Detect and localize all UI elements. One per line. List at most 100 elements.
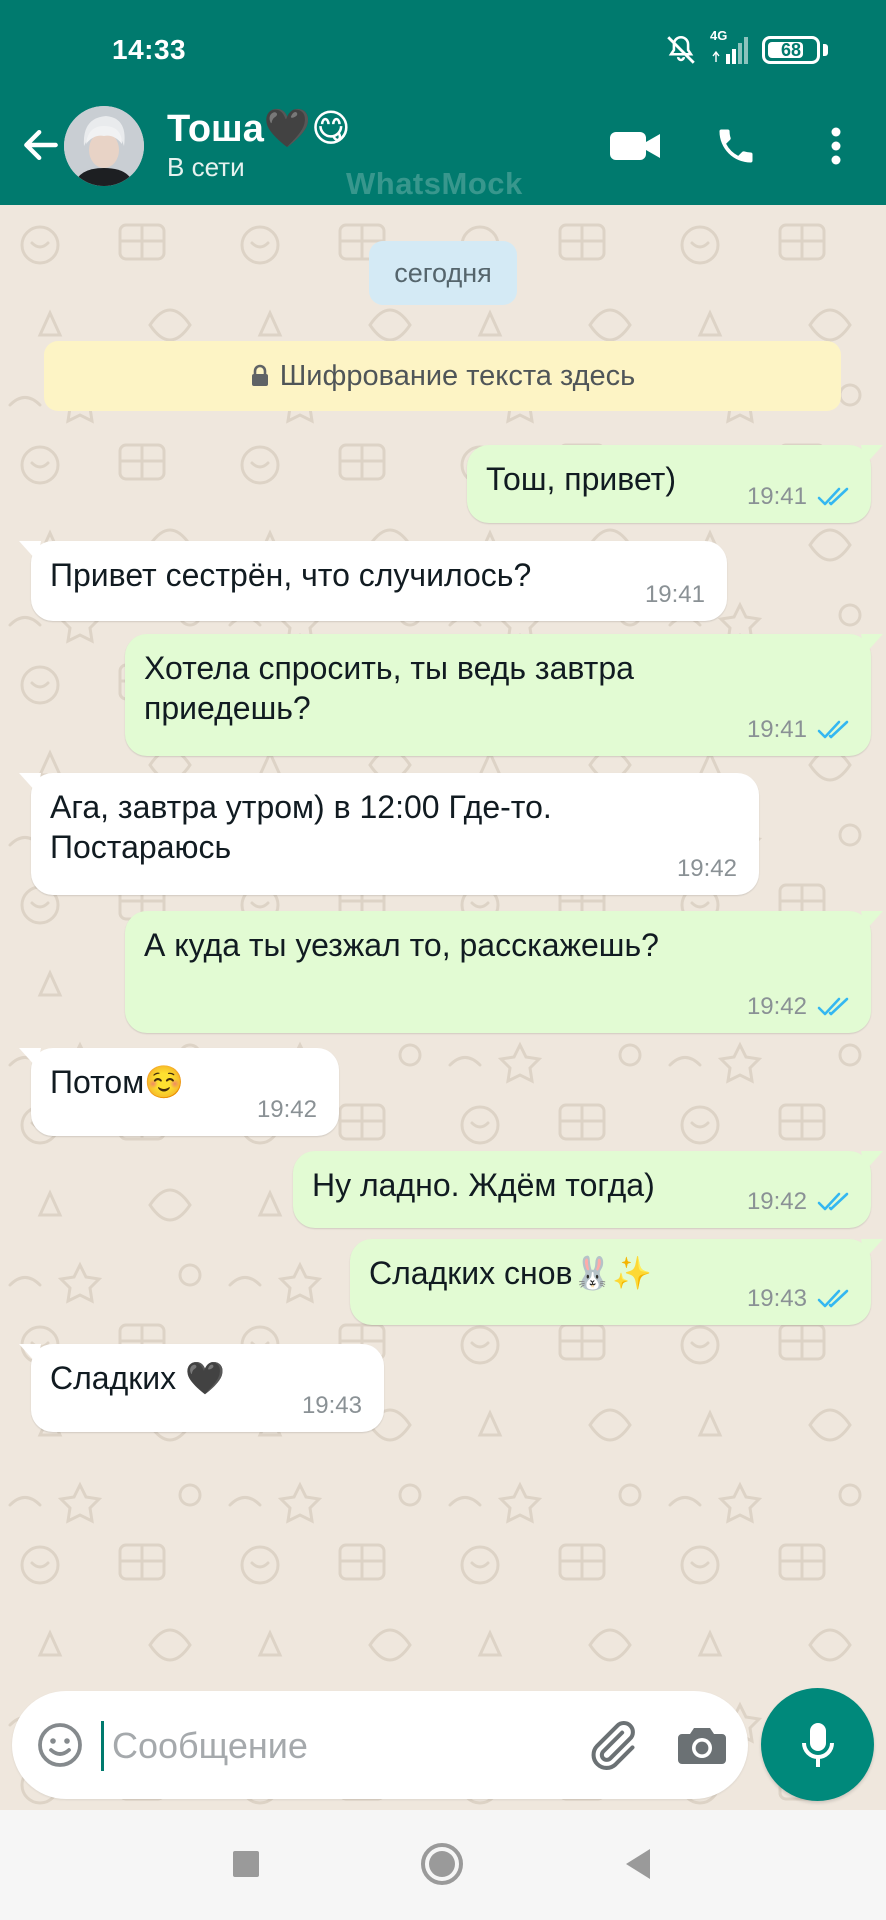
message-line: Потом☺️ [50,1064,185,1100]
message-meta: 19:42 [747,993,851,1021]
date-chip: сегодня [369,241,517,305]
double-check-icon [817,1289,849,1308]
incoming-message[interactable]: Ага, завтра утром) в 12:00 Где-то. Постар… [19,773,759,895]
bubble-tail [861,911,883,931]
message-text: А куда ты уезжал то, расскажешь? [144,925,659,965]
incoming-message[interactable]: Привет сестрён, что случилось? 19:41 [19,541,727,621]
whatsapp-chat-screen: 14:33 4G 68 Тоша🖤😋 В сети WhatsMock сего… [0,0,886,1920]
camera-button[interactable] [674,1717,730,1773]
message-time: 19:43 [746,1285,807,1312]
outgoing-message[interactable]: А куда ты уезжал то, расскажешь? 19:42 [125,911,883,1033]
message-line: Тош, привет) [486,461,676,497]
smiley-icon [38,1723,82,1767]
attach-button[interactable] [582,1715,642,1775]
double-check-icon [817,997,849,1016]
double-check-icon [817,487,849,506]
message-meta: 19:41 [645,581,705,609]
bubble-tail [861,634,883,654]
message-line: Хотела спросить, ты ведь завтра [144,650,634,686]
system-navigation-bar [0,1810,886,1920]
phone-icon [719,129,753,163]
outgoing-message[interactable]: Тош, привет) 19:41 [467,445,883,523]
bubble-tail [19,773,41,793]
signal-4g-icon: 4G [710,28,750,66]
bubble-tail [861,1239,883,1259]
message-time: 19:41 [746,483,807,510]
outgoing-message[interactable]: Хотела спросить, ты ведь завтра приедешь?… [125,634,883,756]
battery-tip [823,44,828,56]
message-meta: 19:41 [747,716,851,744]
circle-home-icon [421,1843,463,1885]
incoming-message[interactable]: Потом☺️ 19:42 [19,1048,339,1136]
voice-message-button[interactable] [761,1688,874,1801]
back-button[interactable] [14,118,68,172]
more-options-button[interactable] [812,120,860,172]
bubble-tail [19,1048,41,1068]
message-meta: 19:42 [677,855,737,883]
emoji-button[interactable] [36,1721,84,1769]
message-line: Постараюсь [50,829,232,865]
contact-avatar[interactable] [64,106,144,186]
message-text: Привет сестрён, что случилось? [50,555,531,595]
message-input-bar [12,1691,748,1799]
status-icons: 4G 68 [664,28,828,68]
outgoing-message[interactable]: Сладких снов🐰✨ 19:43 [350,1239,883,1325]
outgoing-message[interactable]: Ну ладно. Ждём тогда) 19:42 [293,1151,883,1228]
message-line: приедешь? [144,690,311,726]
chat-toolbar: Тоша🖤😋 В сети WhatsMock [0,100,886,205]
message-line: Привет сестрён, что случилось? [50,557,532,593]
bubble-tail [861,445,883,465]
message-meta: 19:41 [747,483,851,511]
status-time: 14:33 [112,34,187,65]
mute-bell-icon [667,35,695,64]
message-meta: 19:42 [257,1096,317,1124]
message-text: Ага, завтра утром) в 12:00 Где-то. Постар… [50,787,552,867]
message-line: Ага, завтра утром) в 12:00 Где-то. [50,789,552,825]
message-text: Хотела спросить, ты ведь завтра приедешь? [144,648,634,728]
message-text: Сладких снов🐰✨ [369,1253,652,1293]
double-check-icon [817,720,849,739]
incoming-message[interactable]: Сладких 🖤 19:43 [19,1344,384,1432]
square-icon [233,1851,259,1877]
message-meta: 19:42 [747,1188,851,1216]
message-meta: 19:43 [302,1392,362,1420]
message-text: Тош, привет) [486,459,676,499]
contact-name[interactable]: Тоша🖤😋 [167,106,351,151]
message-line: Сладких 🖤 [50,1360,225,1396]
system-back-button[interactable] [612,1838,664,1890]
paperclip-icon [591,1720,635,1770]
home-button[interactable] [416,1838,468,1890]
message-time: 19:42 [676,855,737,882]
chat-area[interactable]: сегодня Шифрование текста здесь Тош, при… [0,205,886,1810]
message-time: 19:43 [301,1392,362,1419]
video-camera-icon [610,132,660,160]
encryption-notice-text: Шифрование текста здесь [279,359,636,392]
arrow-left-icon [24,129,58,161]
message-time: 19:42 [256,1096,317,1123]
message-time: 19:41 [644,581,705,608]
message-text: Потом☺️ [50,1062,184,1102]
battery-icon: 68 [762,36,820,64]
recent-apps-button[interactable] [220,1838,272,1890]
message-line: Сладких снов🐰✨ [369,1255,653,1291]
message-time: 19:42 [746,1188,807,1215]
message-time: 19:42 [746,993,807,1020]
bubble-tail [19,541,41,561]
message-line: А куда ты уезжал то, расскажешь? [144,927,659,963]
encryption-notice[interactable]: Шифрование текста здесь [44,341,841,411]
voice-call-button[interactable] [708,120,764,172]
watermark: WhatsMock [346,166,523,201]
more-vertical-icon [831,127,841,165]
bubble-tail [861,1151,883,1171]
battery-level: 68 [780,40,802,60]
chat-header: 14:33 4G 68 Тоша🖤😋 В сети WhatsMock [0,0,886,205]
status-bar: 14:33 4G 68 [0,0,886,100]
message-meta: 19:43 [747,1285,851,1313]
video-call-button[interactable] [604,120,668,172]
message-line: Ну ладно. Ждём тогда) [312,1167,655,1203]
triangle-back-icon [626,1849,650,1879]
message-input[interactable] [112,1717,472,1775]
microphone-icon [801,1722,834,1767]
bubble-tail [19,1344,41,1364]
message-time: 19:41 [746,716,807,743]
